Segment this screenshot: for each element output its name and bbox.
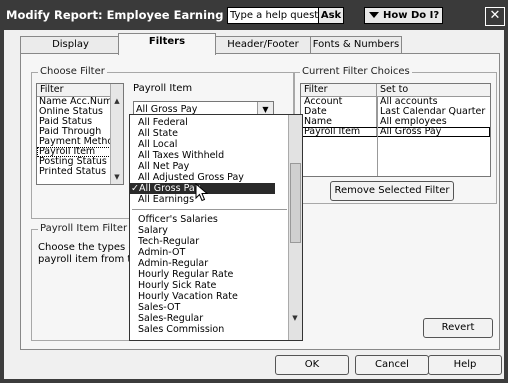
filter-cell: Account <box>301 97 377 107</box>
set-to-cell: All Gross Pay <box>380 127 442 137</box>
payroll-item-dropdown[interactable]: All Federal All State All Local All Taxe… <box>129 114 303 341</box>
scroll-down-icon[interactable]: ▼ <box>290 313 300 323</box>
set-to-cell: All accounts <box>380 97 438 107</box>
dropdown-item[interactable]: All Taxes Withheld <box>130 150 224 161</box>
close-icon[interactable]: ✕ <box>485 7 505 26</box>
set-to-cell: Last Calendar Quarter <box>380 107 486 117</box>
filter-listbox[interactable]: Filter Name Acc.Num... Online Status Pai… <box>36 83 124 185</box>
dropdown-item[interactable]: Salary <box>130 225 168 236</box>
dropdown-item[interactable]: Admin-OT <box>130 247 185 258</box>
dropdown-item[interactable]: All State <box>130 128 178 139</box>
dropdown-item[interactable]: Sales Commission <box>130 324 224 335</box>
dropdown-item[interactable]: Officer's Salaries <box>130 214 218 225</box>
help-question-input[interactable]: Type a help question <box>227 7 319 24</box>
dropdown-item[interactable]: All Adjusted Gross Pay <box>130 172 244 183</box>
dropdown-item[interactable]: All Federal <box>130 117 188 128</box>
table-row[interactable]: Name All employees <box>301 117 490 127</box>
how-do-i-label: How Do I? <box>383 10 440 21</box>
window-title: Modify Report: Employee Earnings Summary <box>6 8 224 22</box>
scroll-down-icon[interactable]: ▼ <box>112 172 122 182</box>
dropdown-item[interactable]: All Net Pay <box>130 161 189 172</box>
payroll-item-label: Payroll Item <box>133 83 193 94</box>
dropdown-item[interactable]: Sales-OT <box>130 302 180 313</box>
current-filters-table[interactable]: Filter Set to Account All accounts Date … <box>300 83 491 177</box>
filter-cell: Date <box>301 107 377 117</box>
table-row[interactable]: Date Last Calendar Quarter <box>301 107 490 117</box>
col-set-to-header: Set to <box>380 84 409 95</box>
filter-list-scrollbar[interactable]: ▲ ▼ <box>110 84 123 184</box>
title-bar: Modify Report: Employee Earnings Summary… <box>0 0 508 30</box>
help-button[interactable]: Help <box>428 355 502 375</box>
current-filter-choices-title: Current Filter Choices <box>300 66 412 77</box>
dropdown-item[interactable]: Hourly Regular Rate <box>130 269 233 280</box>
current-filter-choices-group: Current Filter Choices Filter Set to Acc… <box>293 66 497 204</box>
mouse-pointer-icon <box>195 183 209 202</box>
choose-filter-title: Choose Filter <box>38 66 107 77</box>
table-row[interactable]: Account All accounts <box>301 97 490 107</box>
tab-display[interactable]: Display <box>20 36 121 54</box>
ask-button[interactable]: Ask <box>318 7 344 24</box>
column-divider <box>377 97 378 176</box>
dropdown-item[interactable]: Hourly Sick Rate <box>130 280 216 291</box>
dropdown-item[interactable]: Tech-Regular <box>130 236 199 247</box>
filter-cell: Name <box>301 117 377 127</box>
scroll-up-icon[interactable]: ▲ <box>112 96 122 106</box>
revert-button[interactable]: Revert <box>423 318 493 338</box>
current-filters-header: Filter Set to <box>301 84 490 97</box>
cancel-button[interactable]: Cancel <box>355 355 429 375</box>
dropdown-separator <box>132 209 287 210</box>
payroll-item-filter-title: Payroll Item Filter <box>38 223 130 234</box>
col-filter-header: Filter <box>301 84 377 96</box>
dropdown-item[interactable]: Hourly Vacation Rate <box>130 291 238 302</box>
dropdown-arrow-icon <box>369 12 379 18</box>
filter-cell: Payroll Item <box>301 127 377 137</box>
ok-button[interactable]: OK <box>275 355 349 375</box>
tab-header-footer[interactable]: Header/Footer <box>214 36 312 54</box>
set-to-cell: All employees <box>380 117 447 127</box>
tab-fonts-numbers[interactable]: Fonts & Numbers <box>310 36 402 54</box>
dropdown-scrollbar[interactable]: ▼ <box>288 115 302 340</box>
remove-selected-filter-button[interactable]: Remove Selected Filter <box>330 181 454 201</box>
dropdown-item[interactable]: Sales-Regular <box>130 313 203 324</box>
table-row-selected[interactable]: Payroll Item All Gross Pay <box>301 127 490 137</box>
modify-report-window: Modify Report: Employee Earnings Summary… <box>0 0 508 383</box>
dropdown-item[interactable]: All Earnings <box>130 194 194 205</box>
dropdown-scroll-thumb[interactable] <box>290 163 301 243</box>
dropdown-item[interactable]: All Local <box>130 139 177 150</box>
how-do-i-button[interactable]: How Do I? <box>364 7 443 24</box>
tab-filters[interactable]: Filters <box>118 33 216 55</box>
check-icon: ✓ <box>131 183 139 194</box>
dropdown-item[interactable]: Admin-Regular <box>130 258 208 269</box>
dropdown-item-label: All Gross Pay <box>139 183 201 194</box>
